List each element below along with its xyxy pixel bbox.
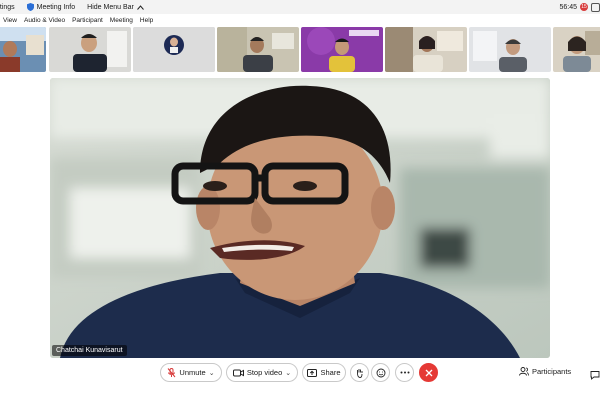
speaker-video-frame <box>50 78 550 358</box>
notification-badge[interactable]: 15 <box>580 3 588 11</box>
raise-hand-button[interactable] <box>350 363 369 382</box>
shield-icon <box>26 3 34 11</box>
share-label: Share <box>320 368 341 377</box>
window-control-icon[interactable] <box>591 2 600 12</box>
raise-hand-icon <box>357 368 363 378</box>
unmute-button[interactable]: Unmute ⌄ <box>160 363 222 382</box>
menu-view[interactable]: View <box>3 17 17 24</box>
active-speaker-video[interactable]: Chatchai Kunavisarut <box>50 78 550 358</box>
participant-thumbnail[interactable] <box>301 27 383 72</box>
participant-thumbnail[interactable] <box>553 27 600 72</box>
participant-thumbnail[interactable] <box>0 27 46 72</box>
meeting-info-label: Meeting Info <box>36 3 76 11</box>
share-icon <box>307 368 318 377</box>
hide-menu-label: Hide Menu Bar <box>87 3 134 11</box>
more-icon <box>400 371 409 374</box>
title-bar: ettings Meeting Info Hide Menu Bar 56:45… <box>0 0 600 14</box>
menu-bar: View Audio & Video Participant Meeting H… <box>0 14 600 26</box>
participant-thumbnail[interactable] <box>49 27 131 72</box>
menu-meeting[interactable]: Meeting <box>110 17 133 24</box>
chevron-down-icon[interactable]: ⌄ <box>285 369 291 377</box>
meeting-info-button[interactable]: Meeting Info <box>26 3 76 11</box>
unmute-label: Unmute <box>179 368 206 377</box>
participant-thumbnail[interactable] <box>217 27 299 72</box>
participant-thumbnail-avatar[interactable] <box>133 27 215 72</box>
participants-button[interactable]: Participants <box>519 367 571 376</box>
share-button[interactable]: Share <box>302 363 346 382</box>
menu-participant[interactable]: Participant <box>72 17 103 24</box>
end-call-icon <box>425 369 432 376</box>
participants-label: Participants <box>532 367 572 376</box>
meeting-controls-bar: Unmute ⌄ Stop video ⌄ Share Participants <box>0 358 600 386</box>
leave-meeting-button[interactable] <box>419 363 438 382</box>
participant-thumbnail-strip <box>0 26 600 74</box>
chat-button[interactable] <box>590 367 600 385</box>
more-options-button[interactable] <box>395 363 414 382</box>
participant-thumbnail[interactable] <box>469 27 551 72</box>
chevron-down-icon[interactable]: ⌄ <box>209 369 215 377</box>
settings-label: ettings <box>0 3 15 11</box>
hide-menu-bar-button[interactable]: Hide Menu Bar <box>87 4 144 11</box>
menu-audio-video[interactable]: Audio & Video <box>24 17 65 24</box>
window-bottom <box>0 388 600 400</box>
chat-icon <box>590 371 600 380</box>
participant-thumbnail[interactable] <box>385 27 467 72</box>
meeting-timer: 56:45 <box>559 3 577 11</box>
participants-icon <box>519 367 529 376</box>
reaction-icon <box>376 368 385 377</box>
stop-video-label: Stop video <box>246 368 283 377</box>
chevron-up-icon <box>136 4 144 10</box>
settings-menu[interactable]: ettings <box>0 4 15 11</box>
stop-video-button[interactable]: Stop video ⌄ <box>226 363 298 382</box>
video-icon <box>232 369 244 376</box>
reactions-button[interactable] <box>371 363 390 382</box>
mic-muted-icon <box>168 367 176 377</box>
speaker-name-tag: Chatchai Kunavisarut <box>52 345 127 356</box>
menu-help[interactable]: Help <box>140 17 153 24</box>
